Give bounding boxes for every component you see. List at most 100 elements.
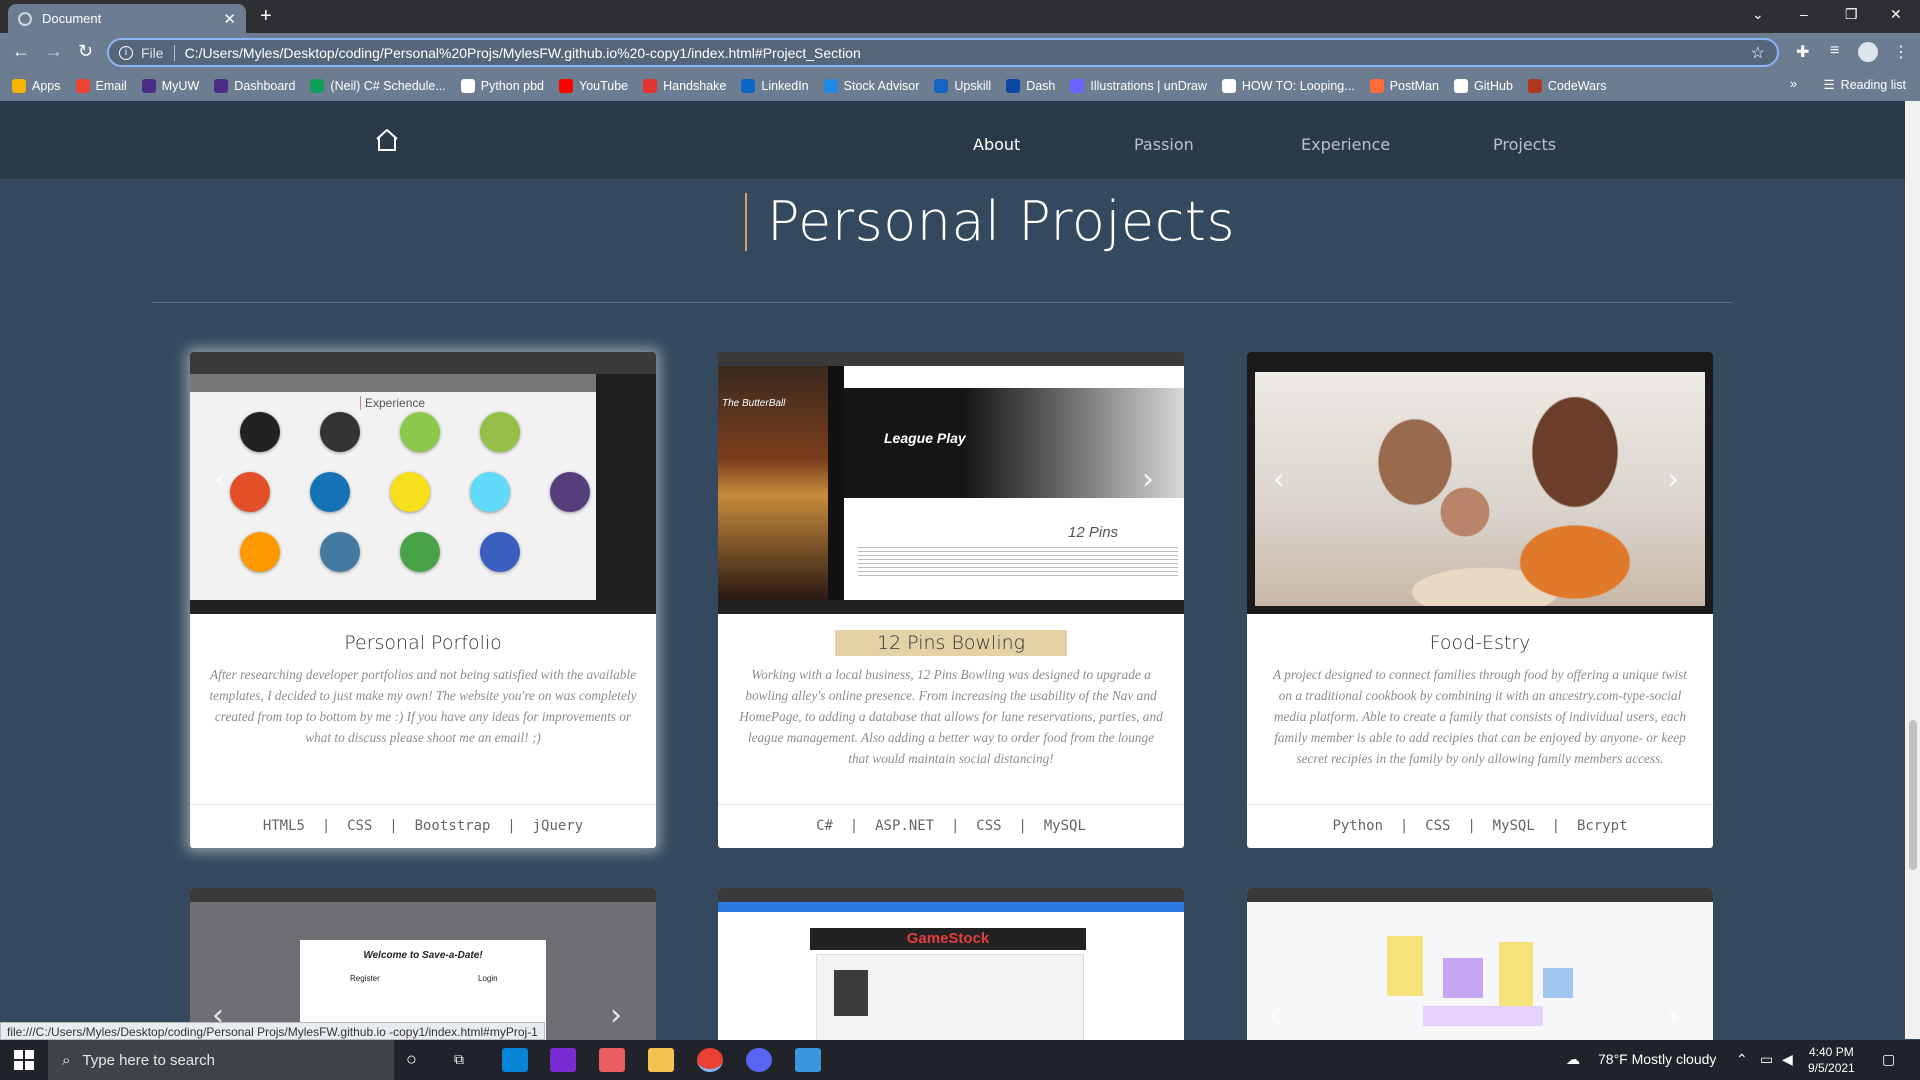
maximize-icon[interactable]: ❐ [1845, 6, 1858, 23]
project-card-portfolio[interactable]: Experience ‹ Personal Porfolio After res… [190, 352, 656, 848]
carousel-next-icon[interactable]: › [1667, 998, 1679, 1033]
tray-chevron-icon[interactable]: ⌃ [1736, 1051, 1748, 1068]
reading-list-button[interactable]: ☰ Reading list [1823, 77, 1906, 93]
cortana-icon[interactable]: ○ [406, 1049, 417, 1070]
snipping-tool-icon[interactable] [599, 1048, 625, 1072]
extensions-icon[interactable]: ✚ [1796, 42, 1809, 62]
weather-icon[interactable]: ☁ [1566, 1051, 1580, 1068]
home-icon[interactable] [375, 129, 399, 151]
page-scrollbar[interactable] [1905, 101, 1920, 1039]
family-cooking-photo [1255, 372, 1705, 606]
css3-icon [310, 472, 350, 512]
bookmark-item[interactable]: Handshake [643, 79, 726, 93]
carousel-prev-icon[interactable]: ‹ [214, 462, 226, 497]
new-tab-button[interactable]: + [260, 5, 272, 28]
carousel-prev-icon[interactable]: ‹ [740, 998, 752, 1033]
page-title: Personal Projects [767, 190, 1236, 253]
bookmark-item[interactable]: Python pbd [460, 79, 544, 93]
task-view-icon[interactable]: ⧉ [454, 1051, 464, 1068]
aws-icon [240, 532, 280, 572]
bookmark-label: YouTube [579, 79, 629, 93]
file-explorer-icon[interactable] [648, 1048, 674, 1072]
more-bookmarks-icon[interactable]: » [1790, 76, 1797, 91]
bookmark-label: GitHub [1474, 79, 1513, 93]
screenshot-heading: Experience [360, 396, 425, 410]
nav-about[interactable]: About [973, 135, 1020, 154]
volume-icon[interactable]: ◀ [1782, 1051, 1793, 1068]
bookmark-item[interactable]: LinkedIn [741, 79, 809, 93]
project-card-planner[interactable]: ‹ › [1247, 888, 1713, 1048]
menu-icon[interactable]: ⋮ [1893, 42, 1909, 62]
bookmark-item[interactable]: HOW TO: Looping... [1221, 79, 1355, 93]
notifications-icon[interactable]: ▢ [1882, 1051, 1895, 1068]
bookmark-item[interactable]: PostMan [1369, 79, 1439, 93]
carousel-prev-icon[interactable]: ‹ [1273, 462, 1285, 497]
project-card-gamestock[interactable]: GameStock ‹ › [718, 888, 1184, 1048]
close-window-icon[interactable]: ✕ [1890, 6, 1902, 23]
bookmark-icon [1070, 79, 1085, 93]
scrollbar-thumb[interactable] [1909, 720, 1917, 870]
bookmark-item[interactable]: GitHub [1454, 79, 1513, 93]
bookmark-item[interactable]: Dashboard [214, 79, 295, 93]
photos-icon[interactable] [795, 1048, 821, 1072]
bookmark-item[interactable]: MyUW [141, 79, 199, 93]
avatar[interactable] [1858, 42, 1878, 62]
address-bar[interactable]: i File C:/Users/Myles/Desktop/coding/Per… [107, 38, 1779, 67]
reload-icon[interactable]: ↻ [78, 41, 93, 62]
carousel-next-icon[interactable]: › [610, 998, 622, 1033]
network-icon[interactable]: ▭ [1760, 1051, 1773, 1068]
nav-passion[interactable]: Passion [1134, 135, 1194, 154]
url-text[interactable]: C:/Users/Myles/Desktop/coding/Personal%2… [185, 45, 861, 61]
nav-projects[interactable]: Projects [1493, 135, 1556, 154]
tag-separator: | [372, 818, 415, 834]
bookmark-item[interactable]: Upskill [934, 79, 991, 93]
browser-tab[interactable]: Document ✕ [8, 4, 246, 33]
info-icon[interactable]: i [119, 45, 133, 60]
bookmark-item[interactable]: Apps [12, 79, 61, 93]
sourcetree-icon[interactable] [550, 1048, 576, 1072]
close-tab-icon[interactable]: ✕ [223, 10, 236, 28]
bookmark-icon [559, 79, 573, 93]
tech-tag: CSS [347, 818, 373, 834]
project-card-food-estry[interactable]: ‹ › Food-Estry A project designed to con… [1247, 352, 1713, 848]
taskbar-clock[interactable]: 4:40 PM 9/5/2021 [1808, 1044, 1855, 1076]
carousel-next-icon[interactable]: › [1138, 998, 1150, 1033]
js-icon [390, 472, 430, 512]
bookmark-item[interactable]: Stock Advisor [823, 79, 919, 93]
vscode-icon[interactable] [502, 1048, 528, 1072]
tech-tag: C# [816, 818, 833, 834]
chrome-icon[interactable] [697, 1048, 723, 1072]
taskbar-search-box[interactable]: ⌕ Type here to search [48, 1040, 394, 1080]
weather-text[interactable]: 78°F Mostly cloudy [1598, 1051, 1716, 1067]
project-description: Working with a local business, 12 Pins B… [739, 667, 1163, 766]
forward-icon[interactable]: → [45, 41, 63, 62]
bookmark-icon [1006, 79, 1021, 93]
project-card-12-pins[interactable]: The ButterBall League Play 12 Pins › 12 … [718, 352, 1184, 848]
reading-list-icon: ☰ [1823, 78, 1835, 92]
bookmark-item[interactable]: Illustrations | unDraw [1070, 79, 1207, 93]
tag-separator: | [934, 818, 977, 834]
bookmark-star-icon[interactable]: ☆ [1751, 43, 1765, 63]
carousel-prev-icon[interactable]: ‹ [1269, 998, 1281, 1033]
carousel-next-icon[interactable]: › [1667, 462, 1679, 497]
minimize-icon[interactable]: – [1800, 6, 1808, 22]
shopify-icon [480, 412, 520, 452]
back-icon[interactable]: ← [12, 41, 30, 62]
bookmark-item[interactable]: Dash [1006, 79, 1055, 93]
bookmark-item[interactable]: YouTube [559, 79, 628, 93]
project-title-text: 12 Pins Bowling [834, 630, 1068, 656]
screenshot-heading: League Play [884, 430, 966, 446]
bookmark-label: LinkedIn [761, 79, 809, 93]
bookmark-icon [141, 79, 156, 93]
windows-start-icon[interactable] [14, 1050, 34, 1070]
profile-dropdown-icon[interactable]: ⌄ [1752, 6, 1764, 23]
bookmark-item[interactable]: Email [75, 79, 127, 93]
discord-icon[interactable] [746, 1048, 772, 1072]
reading-list-label: Reading list [1840, 77, 1906, 92]
bookmark-item[interactable]: (Neil) C# Schedule... [310, 79, 446, 93]
nav-experience[interactable]: Experience [1301, 135, 1390, 154]
carousel-next-icon[interactable]: › [1142, 462, 1154, 497]
bookmark-item[interactable]: CodeWars [1527, 79, 1607, 93]
tech-tag: HTML5 [262, 818, 305, 834]
media-queue-icon[interactable]: ≡ [1830, 42, 1839, 60]
